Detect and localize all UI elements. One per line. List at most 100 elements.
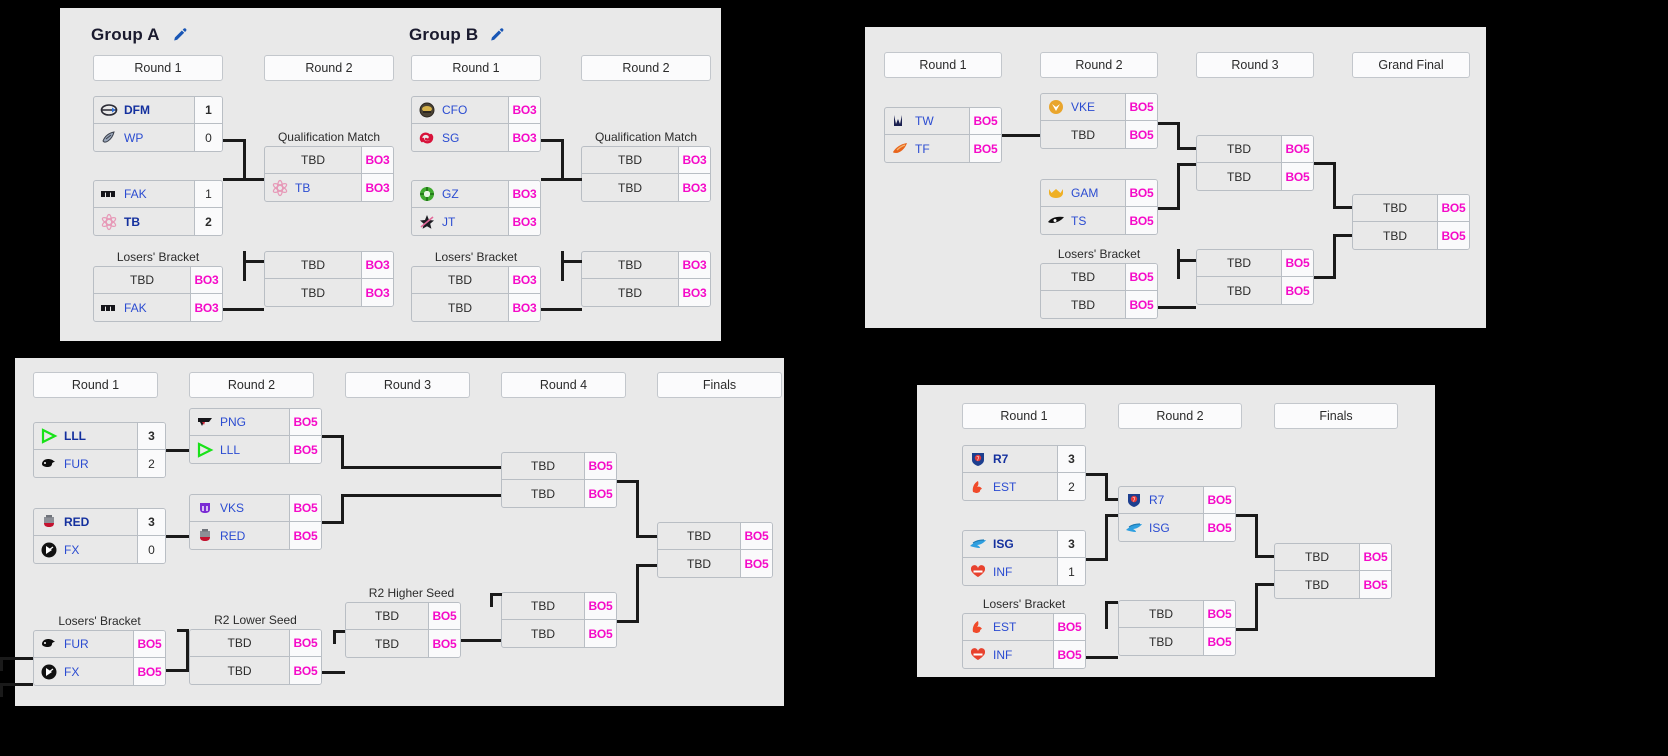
match-box[interactable]: PNG BO5 LLL BO5 bbox=[189, 408, 322, 464]
match-box[interactable]: VKS BO5 RED BO5 bbox=[189, 494, 322, 550]
match-row[interactable]: TBD BO5 bbox=[658, 523, 772, 550]
match-box[interactable]: TBD BO3 TBD BO3 bbox=[264, 251, 394, 307]
pencil-icon[interactable] bbox=[489, 27, 505, 43]
match-row[interactable]: TBD BO5 bbox=[190, 630, 321, 657]
match-box[interactable]: GAM BO5 TS BO5 bbox=[1040, 179, 1158, 235]
match-box[interactable]: TBD BO5 TBD BO5 bbox=[345, 602, 461, 658]
match-row[interactable]: TBD BO5 bbox=[1353, 222, 1469, 249]
match-row[interactable]: FX BO5 bbox=[34, 658, 165, 685]
match-box[interactable]: TBD BO5 TBD BO5 bbox=[1196, 135, 1314, 191]
match-row[interactable]: RED 3 bbox=[34, 509, 165, 536]
match-row[interactable]: TF BO5 bbox=[885, 135, 1001, 162]
match-row[interactable]: FAK BO3 bbox=[94, 294, 222, 321]
match-box[interactable]: ISG 3 INF 1 bbox=[962, 530, 1086, 586]
round-header-a2[interactable]: Round 2 bbox=[264, 55, 394, 81]
match-row[interactable]: TBD BO3 bbox=[265, 147, 393, 174]
match-row[interactable]: PNG BO5 bbox=[190, 409, 321, 436]
match-box[interactable]: RED 3 FX 0 bbox=[33, 508, 166, 564]
match-row[interactable]: RED BO5 bbox=[190, 522, 321, 549]
match-row[interactable]: TB 2 bbox=[94, 208, 222, 235]
match-row[interactable]: FAK 1 bbox=[94, 181, 222, 208]
match-row[interactable]: TBD BO5 bbox=[1275, 571, 1391, 598]
match-box[interactable]: DFM 1 WP 0 bbox=[93, 96, 223, 152]
match-row[interactable]: TBD BO5 bbox=[1197, 136, 1313, 163]
match-box[interactable]: GZ BO3 JT BO3 bbox=[411, 180, 541, 236]
match-row[interactable]: VKE BO5 bbox=[1041, 94, 1157, 121]
match-box[interactable]: TBD BO3 TB BO3 bbox=[264, 146, 394, 202]
match-row[interactable]: TBD BO5 bbox=[502, 620, 616, 647]
round-header-b1[interactable]: Round 1 bbox=[411, 55, 541, 81]
match-row[interactable]: DFM 1 bbox=[94, 97, 222, 124]
round-header-3[interactable]: Round 3 bbox=[1196, 52, 1314, 78]
match-row[interactable]: LLL 3 bbox=[34, 423, 165, 450]
match-row[interactable]: TBD BO5 bbox=[502, 453, 616, 480]
round-header-a1[interactable]: Round 1 bbox=[93, 55, 223, 81]
match-row[interactable]: TBD BO5 bbox=[1197, 250, 1313, 277]
match-row[interactable]: GAM BO5 bbox=[1041, 180, 1157, 207]
match-box[interactable]: TBD BO5 TBD BO5 bbox=[501, 592, 617, 648]
match-row[interactable]: TBD BO5 bbox=[1353, 195, 1469, 222]
match-row[interactable]: GZ BO3 bbox=[412, 181, 540, 208]
match-row[interactable]: ISG 3 bbox=[963, 531, 1085, 558]
match-box[interactable]: TBD BO5 TBD BO5 bbox=[1118, 600, 1236, 656]
match-row[interactable]: TBD BO5 bbox=[1197, 163, 1313, 190]
match-box[interactable]: TBD BO5 TBD BO5 bbox=[501, 452, 617, 508]
match-row[interactable]: ISG BO5 bbox=[1119, 514, 1235, 541]
match-row[interactable]: 7 R7 3 bbox=[963, 446, 1085, 473]
match-box[interactable]: TBD BO5 TBD BO5 bbox=[1352, 194, 1470, 250]
round-header-3[interactable]: Round 3 bbox=[345, 372, 470, 398]
match-box[interactable]: TBD BO3 TBD BO3 bbox=[581, 146, 711, 202]
match-row[interactable]: TS BO5 bbox=[1041, 207, 1157, 234]
match-row[interactable]: INF BO5 bbox=[963, 641, 1085, 668]
match-box[interactable]: TBD BO3 FAK BO3 bbox=[93, 266, 223, 322]
match-box[interactable]: FUR BO5 FX BO5 bbox=[33, 630, 166, 686]
match-row[interactable]: TBD BO5 bbox=[502, 593, 616, 620]
match-row[interactable]: TBD BO5 bbox=[1275, 544, 1391, 571]
match-row[interactable]: TW BO5 bbox=[885, 108, 1001, 135]
match-row[interactable]: TBD BO5 bbox=[346, 603, 460, 630]
match-box[interactable]: CFO BO3 SG BO3 bbox=[411, 96, 541, 152]
match-row[interactable]: EST BO5 bbox=[963, 614, 1085, 641]
match-box[interactable]: LLL 3 FUR 2 bbox=[33, 422, 166, 478]
match-row[interactable]: TBD BO3 bbox=[582, 279, 710, 306]
round-header-b2[interactable]: Round 2 bbox=[581, 55, 711, 81]
match-row[interactable]: FUR BO5 bbox=[34, 631, 165, 658]
match-box[interactable]: TBD BO5 TBD BO5 bbox=[1196, 249, 1314, 305]
match-box[interactable]: 7 R7 3 EST 2 bbox=[962, 445, 1086, 501]
match-box[interactable]: TBD BO5 TBD BO5 bbox=[189, 629, 322, 685]
match-box[interactable]: TBD BO5 TBD BO5 bbox=[1274, 543, 1392, 599]
round-header-finals[interactable]: Finals bbox=[1274, 403, 1398, 429]
match-row[interactable]: TBD BO5 bbox=[502, 480, 616, 507]
round-header-2[interactable]: Round 2 bbox=[189, 372, 314, 398]
round-header-grand-final[interactable]: Grand Final bbox=[1352, 52, 1470, 78]
round-header-finals[interactable]: Finals bbox=[657, 372, 782, 398]
match-row[interactable]: TBD BO5 bbox=[1119, 628, 1235, 655]
match-row[interactable]: TBD BO3 bbox=[94, 267, 222, 294]
match-row[interactable]: TBD BO3 bbox=[582, 147, 710, 174]
match-row[interactable]: TBD BO5 bbox=[346, 630, 460, 657]
match-box[interactable]: VKE BO5 TBD BO5 bbox=[1040, 93, 1158, 149]
match-row[interactable]: TBD BO3 bbox=[412, 294, 540, 321]
match-row[interactable]: FX 0 bbox=[34, 536, 165, 563]
match-row[interactable]: 7 R7 BO5 bbox=[1119, 487, 1235, 514]
match-row[interactable]: TBD BO3 bbox=[582, 252, 710, 279]
round-header-2[interactable]: Round 2 bbox=[1040, 52, 1158, 78]
match-row[interactable]: TBD BO5 bbox=[1119, 601, 1235, 628]
match-row[interactable]: TBD BO5 bbox=[190, 657, 321, 684]
match-row[interactable]: LLL BO5 bbox=[190, 436, 321, 463]
match-box[interactable]: TBD BO5 TBD BO5 bbox=[1040, 263, 1158, 319]
round-header-4[interactable]: Round 4 bbox=[501, 372, 626, 398]
match-row[interactable]: WP 0 bbox=[94, 124, 222, 151]
match-row[interactable]: TBD BO3 bbox=[412, 267, 540, 294]
match-row[interactable]: JT BO3 bbox=[412, 208, 540, 235]
match-box[interactable]: TBD BO3 TBD BO3 bbox=[411, 266, 541, 322]
match-row[interactable]: TBD BO5 bbox=[1041, 121, 1157, 148]
round-header-1[interactable]: Round 1 bbox=[33, 372, 158, 398]
match-row[interactable]: TBD BO3 bbox=[265, 252, 393, 279]
match-row[interactable]: EST 2 bbox=[963, 473, 1085, 500]
match-row[interactable]: TBD BO5 bbox=[1041, 264, 1157, 291]
match-row[interactable]: TBD BO3 bbox=[582, 174, 710, 201]
match-box[interactable]: TBD BO5 TBD BO5 bbox=[657, 522, 773, 578]
round-header-1[interactable]: Round 1 bbox=[962, 403, 1086, 429]
match-row[interactable]: CFO BO3 bbox=[412, 97, 540, 124]
